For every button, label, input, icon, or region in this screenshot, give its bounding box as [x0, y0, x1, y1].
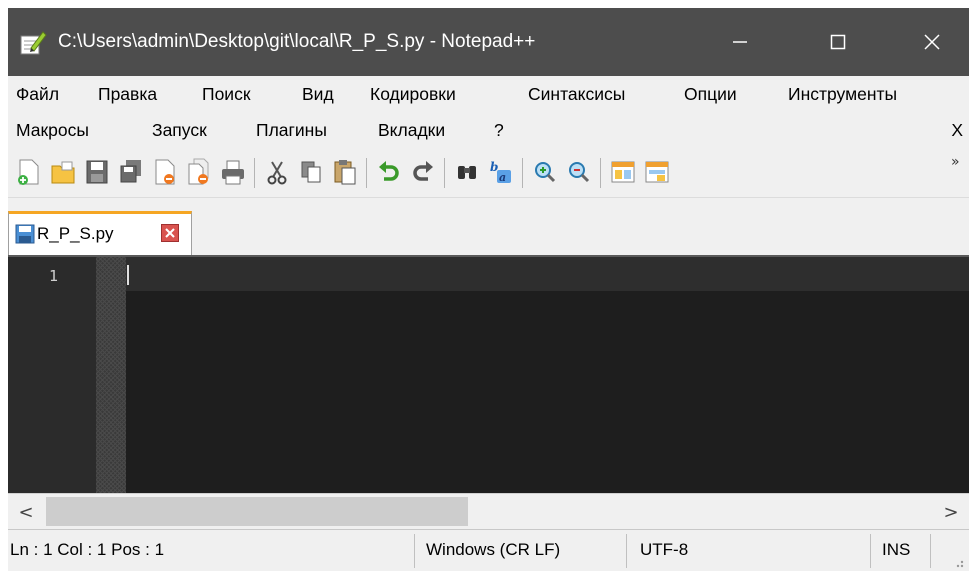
menu-edit[interactable]: Правка [98, 76, 157, 112]
insert-mode-status[interactable]: INS [882, 530, 910, 571]
open-file-icon [51, 161, 75, 184]
status-divider [414, 534, 415, 568]
sync-horizontal-icon [645, 161, 669, 183]
toolbar-overflow-button[interactable]: » [951, 154, 960, 170]
toolbar-separator [254, 158, 255, 188]
zoom-in-button[interactable] [530, 156, 560, 188]
minimize-button[interactable] [694, 8, 786, 76]
menu-language[interactable]: Синтаксисы [528, 76, 625, 112]
maximize-icon [830, 34, 846, 50]
menu-file[interactable]: Файл [16, 76, 59, 112]
undo-button[interactable] [374, 156, 404, 188]
fold-margin[interactable] [96, 257, 126, 493]
scroll-right-button[interactable]: > [933, 494, 969, 530]
status-divider [870, 534, 871, 568]
copy-icon [301, 161, 321, 183]
open-file-button[interactable] [48, 156, 78, 188]
paste-icon [334, 160, 356, 185]
menu-view[interactable]: Вид [302, 76, 334, 112]
maximize-button[interactable] [792, 8, 884, 76]
new-file-icon [18, 159, 39, 185]
menu-window[interactable]: Вкладки [378, 112, 445, 148]
status-divider [626, 534, 627, 568]
encoding-status[interactable]: UTF-8 [640, 530, 688, 571]
status-divider [930, 534, 931, 568]
new-file-button[interactable] [14, 156, 44, 188]
close-all-button[interactable] [184, 156, 214, 188]
cut-icon [267, 161, 287, 185]
find-button[interactable] [452, 156, 482, 188]
toolbar: ba » [8, 148, 969, 198]
window-title: C:\Users\admin\Desktop\git\local\R_P_S.p… [58, 31, 536, 52]
close-tab-icon[interactable] [161, 224, 179, 242]
close-document-button[interactable]: X [951, 112, 963, 148]
replace-icon: ba [490, 160, 511, 184]
line-number: 1 [48, 267, 58, 285]
zoom-in-icon [535, 162, 556, 183]
cut-button[interactable] [262, 156, 292, 188]
notepadpp-app-icon[interactable] [19, 30, 47, 56]
line-number-gutter: 1 [8, 257, 96, 493]
undo-icon [379, 161, 399, 181]
close-window-button[interactable] [886, 8, 969, 76]
toolbar-separator [444, 158, 445, 188]
menu-bar: Файл Правка Поиск Вид Кодировки Синтакси… [8, 76, 969, 148]
toolbar-separator [522, 158, 523, 188]
replace-button[interactable]: ba [486, 156, 516, 188]
copy-button[interactable] [296, 156, 326, 188]
menu-encoding[interactable]: Кодировки [370, 76, 456, 112]
sync-vertical-icon [611, 161, 635, 183]
text-caret [127, 265, 129, 285]
tab-r-p-s-py[interactable]: R_P_S.py [8, 211, 192, 255]
notepadpp-window: C:\Users\admin\Desktop\git\local\R_P_S.p… [8, 8, 969, 571]
toolbar-separator [600, 158, 601, 188]
redo-icon [413, 161, 433, 181]
close-file-icon [155, 159, 175, 185]
menu-settings[interactable]: Опции [684, 76, 737, 112]
menu-run[interactable]: Запуск [152, 112, 207, 148]
menu-plugins[interactable]: Плагины [256, 112, 327, 148]
save-all-icon [120, 160, 141, 183]
current-line-highlight [126, 257, 969, 291]
save-icon [86, 160, 108, 184]
scroll-left-button[interactable]: < [8, 494, 44, 530]
save-button[interactable] [82, 156, 112, 188]
zoom-out-button[interactable] [564, 156, 594, 188]
menu-help[interactable]: ? [494, 112, 504, 148]
horizontal-scrollbar[interactable]: < > [8, 493, 969, 529]
close-icon [924, 34, 940, 50]
title-bar[interactable]: C:\Users\admin\Desktop\git\local\R_P_S.p… [8, 8, 969, 76]
eol-format[interactable]: Windows (CR LF) [426, 530, 560, 571]
chevron-right-icon: > [943, 501, 959, 523]
sync-vertical-button[interactable] [608, 156, 638, 188]
close-file-button[interactable] [150, 156, 180, 188]
paste-button[interactable] [330, 156, 360, 188]
status-bar: Ln : 1 Col : 1 Pos : 1 Windows (CR LF) U… [8, 529, 969, 571]
save-all-button[interactable] [116, 156, 146, 188]
chevron-left-icon: < [18, 501, 34, 523]
save-icon [15, 224, 35, 244]
close-all-icon [188, 158, 209, 185]
find-icon [458, 166, 476, 179]
menu-macro[interactable]: Макросы [16, 112, 89, 148]
sync-horizontal-button[interactable] [642, 156, 672, 188]
scrollbar-thumb[interactable] [46, 497, 468, 526]
tab-label: R_P_S.py [37, 224, 114, 243]
svg-text:a: a [499, 171, 506, 184]
editor-area[interactable]: 1 [8, 255, 969, 493]
print-button[interactable] [218, 156, 248, 188]
resize-grip-icon[interactable] [951, 555, 965, 569]
menu-tools[interactable]: Инструменты [788, 76, 897, 112]
print-icon [222, 160, 244, 185]
zoom-out-icon [569, 162, 590, 183]
minimize-icon [733, 41, 747, 43]
cursor-position: Ln : 1 Col : 1 Pos : 1 [10, 540, 165, 559]
tab-bar: R_P_S.py [8, 199, 969, 255]
toolbar-separator [366, 158, 367, 188]
menu-search[interactable]: Поиск [202, 76, 251, 112]
redo-button[interactable] [408, 156, 438, 188]
